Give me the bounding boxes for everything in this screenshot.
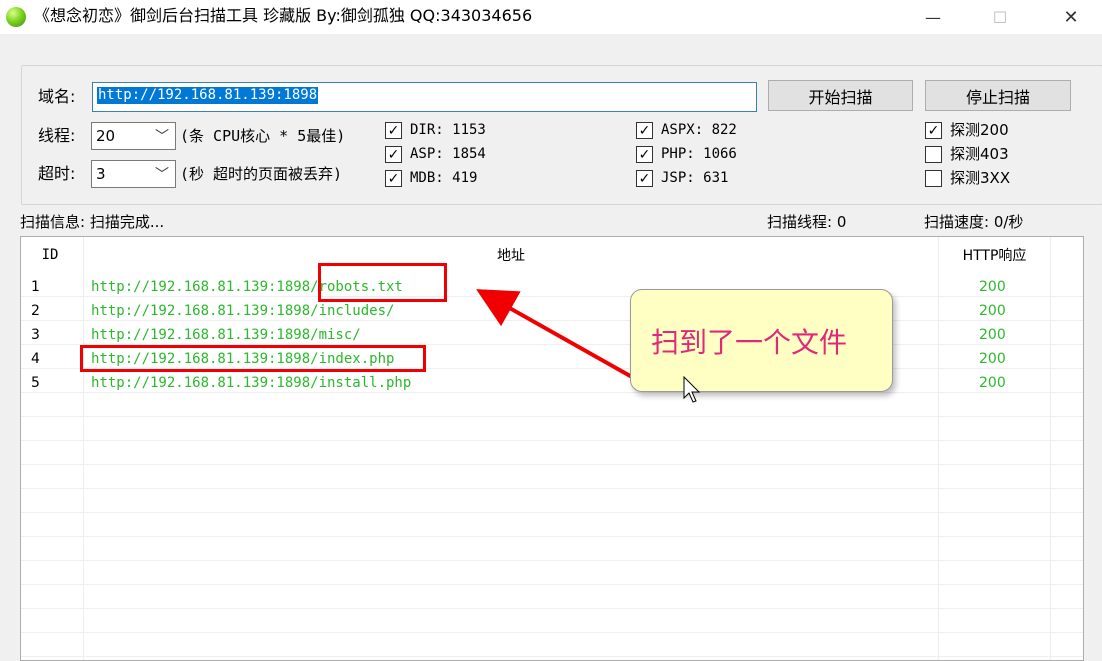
row-divider [21, 536, 1083, 537]
table-row-code: 200 [979, 327, 1006, 343]
dir-label: DIR: 1153 [410, 122, 486, 138]
column-separator [1050, 237, 1051, 660]
minimize-button[interactable]: — [910, 0, 956, 34]
timeout-hint: (秒 超时的页面被丢弃) [180, 165, 343, 183]
threads-value: 20 [96, 127, 116, 145]
checkmark-icon: ✓ [387, 146, 400, 163]
row-divider [21, 464, 1083, 465]
domain-input-value: http://192.168.81.139:1898 [97, 87, 319, 104]
php-label: PHP: 1066 [661, 146, 737, 162]
asp-label: ASP: 1854 [410, 146, 486, 162]
row-divider [21, 416, 1083, 417]
scan-threads-status: 扫描线程: 0 [767, 213, 847, 231]
close-button[interactable]: ✕ [1048, 0, 1094, 34]
column-separator [938, 237, 939, 660]
probe-200-label: 探测200 [950, 121, 1009, 139]
timeout-select[interactable]: 3 ﹀ [91, 160, 176, 188]
row-divider [21, 440, 1083, 441]
probe-3xx-label: 探测3XX [950, 169, 1011, 187]
threads-hint: (条 CPU核心 * 5最佳) [180, 127, 346, 145]
asp-checkbox[interactable]: ✓ [385, 146, 402, 163]
scan-speed-status: 扫描速度: 0/秒 [924, 213, 1024, 231]
row-divider [21, 656, 1083, 657]
chevron-down-icon: ﹀ [155, 129, 169, 145]
table-row-id: 5 [31, 375, 40, 391]
checkmark-icon: ✓ [638, 170, 651, 187]
start-scan-button[interactable]: 开始扫描 [768, 80, 913, 111]
checkmark-icon: ✓ [387, 170, 400, 187]
column-header-id[interactable]: ID [21, 237, 79, 273]
row-divider [21, 488, 1083, 489]
table-row-id: 2 [31, 303, 40, 319]
probe-403-checkbox[interactable] [925, 146, 942, 163]
column-header-http[interactable]: HTTP响应 [939, 237, 1050, 273]
annotation-callout: 扫到了一个文件 [630, 289, 893, 392]
domain-input[interactable]: http://192.168.81.139:1898 [92, 82, 757, 112]
annotation-arrow [476, 289, 633, 379]
probe-3xx-checkbox[interactable] [925, 170, 942, 187]
maximize-button[interactable]: ☐ [977, 0, 1023, 34]
probe-403-label: 探测403 [950, 145, 1009, 163]
table-row-url[interactable]: http://192.168.81.139:1898/misc/ [91, 326, 361, 344]
checkmark-icon: ✓ [927, 122, 940, 139]
row-divider [21, 512, 1083, 513]
callout-text: 扫到了一个文件 [651, 325, 848, 359]
aspx-checkbox[interactable]: ✓ [636, 122, 653, 139]
row-divider [21, 392, 1083, 393]
table-row-id: 1 [31, 279, 40, 295]
chevron-down-icon: ﹀ [155, 167, 169, 183]
table-row-url[interactable]: http://192.168.81.139:1898/includes/ [91, 302, 394, 320]
timeout-value: 3 [96, 165, 106, 183]
column-separator [83, 237, 84, 660]
row-divider [21, 632, 1083, 633]
scan-info-status: 扫描信息: 扫描完成... [20, 213, 165, 231]
row-divider [21, 608, 1083, 609]
jsp-label: JSP: 631 [661, 170, 729, 186]
table-row-code: 200 [979, 375, 1006, 391]
table-row-code: 200 [979, 279, 1006, 295]
table-row-code: 200 [979, 351, 1006, 367]
threads-label: 线程: [38, 126, 76, 145]
timeout-label: 超时: [38, 164, 76, 183]
checkmark-icon: ✓ [638, 146, 651, 163]
mdb-checkbox[interactable]: ✓ [385, 170, 402, 187]
window-title: 《想念初恋》御剑后台扫描工具 珍藏版 By:御剑孤独 QQ:343034656 [34, 6, 533, 25]
cursor-icon [683, 376, 701, 403]
checkmark-icon: ✓ [638, 122, 651, 139]
table-row-code: 200 [979, 303, 1006, 319]
mdb-label: MDB: 419 [410, 170, 478, 186]
threads-select[interactable]: 20 ﹀ [91, 122, 176, 150]
aspx-label: ASPX: 822 [661, 122, 737, 138]
php-checkbox[interactable]: ✓ [636, 146, 653, 163]
table-row-id: 4 [31, 351, 40, 367]
row-divider [21, 584, 1083, 585]
probe-200-checkbox[interactable]: ✓ [925, 122, 942, 139]
highlight-box-robots [318, 263, 447, 302]
stop-scan-button[interactable]: 停止扫描 [925, 80, 1071, 111]
domain-label: 域名: [38, 87, 76, 106]
row-divider [21, 560, 1083, 561]
app-icon [6, 7, 26, 27]
jsp-checkbox[interactable]: ✓ [636, 170, 653, 187]
dir-checkbox[interactable]: ✓ [385, 122, 402, 139]
column-header-url[interactable]: 地址 [84, 237, 938, 273]
checkmark-icon: ✓ [387, 122, 400, 139]
highlight-box-index [80, 345, 426, 372]
table-row-id: 3 [31, 327, 40, 343]
table-row-url[interactable]: http://192.168.81.139:1898/install.php [91, 374, 411, 392]
